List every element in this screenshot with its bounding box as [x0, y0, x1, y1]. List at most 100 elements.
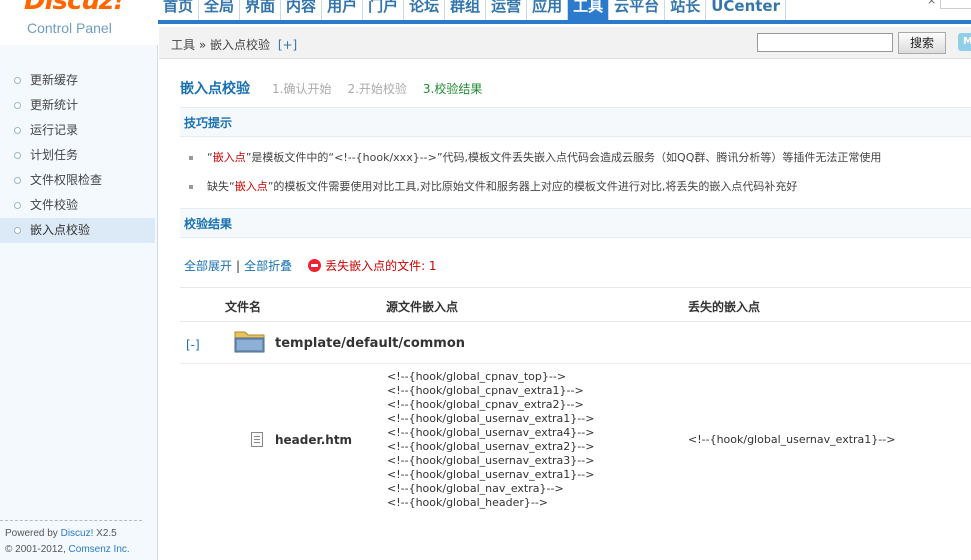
- top-navigation: 首页 全局 界面 内容 用户 门户 论坛 群组 运营 应用 工具 云平台 站长 …: [158, 0, 786, 20]
- results-header: 校验结果: [180, 208, 971, 238]
- nav-tools[interactable]: 工具: [568, 0, 610, 20]
- results-toolbar: 全部展开 | 全部折叠 丢失嵌入点的文件: 1: [184, 257, 437, 274]
- folder-icon: [234, 331, 265, 353]
- tip-emphasis: 嵌入点: [212, 151, 246, 164]
- sidebar-item-label: 更新缓存: [30, 73, 79, 87]
- tip-text: ”是模板文件中的“<!--{hook/xxx}-->”代码,模板文件丢失嵌入点代…: [245, 151, 882, 164]
- list-item: <!--{hook/global_cpnav_extra2}-->: [387, 398, 584, 411]
- missing-files-count: 丢失嵌入点的文件: 1: [325, 259, 437, 273]
- collapse-toggle[interactable]: [-]: [186, 338, 200, 352]
- nav-forum[interactable]: 论坛: [404, 0, 446, 20]
- close-icon[interactable]: ×: [927, 0, 936, 7]
- sidebar-item-label: 计划任务: [30, 148, 79, 162]
- file-name: header.htm: [275, 433, 353, 447]
- sidebar-item-scheduled-tasks[interactable]: 计划任务: [0, 143, 155, 168]
- nav-apps[interactable]: 应用: [527, 0, 569, 20]
- powered-prefix: Powered by: [5, 528, 61, 539]
- sidebar: 更新缓存 更新统计 运行记录 计划任务 文件权限检查 文件校验 嵌入点校验 Po…: [0, 45, 158, 560]
- source-hooks-list: <!--{hook/global_cpnav_top}--> <!--{hook…: [387, 370, 594, 510]
- nav-content[interactable]: 内容: [281, 0, 323, 20]
- bullet-icon: [14, 177, 21, 184]
- bullet-icon: [14, 202, 21, 209]
- tip-text: ”的模板文件需要使用对比工具,对比原始文件和服务器上对应的模板文件进行对比,将丢…: [267, 180, 798, 193]
- sidebar-item-run-log[interactable]: 运行记录: [0, 118, 155, 143]
- bullet-icon: [14, 152, 21, 159]
- missing-hook: <!--{hook/global_usernav_extra1}-->: [688, 433, 896, 446]
- expand-all-link[interactable]: 全部展开: [184, 257, 232, 274]
- nav-ucenter[interactable]: UCenter: [706, 0, 786, 20]
- powered-version: X2.5: [93, 528, 117, 539]
- directory-path: template/default/common: [275, 336, 466, 351]
- sidebar-item-hook-verify[interactable]: 嵌入点校验: [0, 218, 155, 243]
- tip-line-2: 缺失“嵌入点”的模板文件需要使用对比工具,对比原始文件和服务器上对应的模板文件进…: [189, 178, 797, 194]
- nav-portal[interactable]: 门户: [363, 0, 405, 20]
- breadcrumb-bar: 工具 » 嵌入点校验 [+] 搜索 M: [159, 27, 971, 59]
- column-header-filename: 文件名: [225, 300, 262, 314]
- bullet-icon: [14, 227, 21, 234]
- sidebar-item-file-verify[interactable]: 文件校验: [0, 193, 155, 218]
- list-item: <!--{hook/global_cpnav_top}-->: [387, 370, 567, 383]
- nav-webmaster[interactable]: 站长: [665, 0, 707, 20]
- search-input[interactable]: [757, 33, 893, 52]
- list-item: <!--{hook/global_usernav_extra4}-->: [387, 426, 595, 439]
- copyright-prefix: © 2001-2012,: [5, 544, 69, 555]
- list-item: <!--{hook/global_usernav_extra3}-->: [387, 454, 595, 467]
- tips-header: 技巧提示: [180, 107, 971, 137]
- collapse-all-link[interactable]: 全部折叠: [244, 257, 292, 274]
- copyright-company-link[interactable]: Comsenz Inc.: [69, 544, 130, 555]
- powered-brand-link[interactable]: Discuz!: [61, 528, 94, 539]
- sidebar-item-label: 更新统计: [30, 98, 79, 112]
- error-icon: [308, 259, 322, 272]
- list-item: <!--{hook/global_header}-->: [387, 496, 549, 509]
- header-input-stub[interactable]: [940, 0, 971, 9]
- tip-emphasis: 嵌入点: [234, 180, 268, 193]
- logo-subtitle: Control Panel: [27, 20, 112, 36]
- sidebar-item-update-stats[interactable]: 更新统计: [0, 93, 155, 118]
- breadcrumb-text: 工具 » 嵌入点校验: [171, 38, 270, 52]
- step-confirm: 1.确认开始: [272, 82, 332, 96]
- step-indicator: 嵌入点校验 1.确认开始 2.开始校验 3.校验结果: [180, 78, 498, 98]
- nav-users[interactable]: 用户: [322, 0, 364, 20]
- bullet-icon: [14, 127, 21, 134]
- sidebar-menu: 更新缓存 更新统计 运行记录 计划任务 文件权限检查 文件校验 嵌入点校验: [0, 68, 155, 243]
- step-start: 2.开始校验: [347, 82, 407, 96]
- column-header-missing-hooks: 丢失的嵌入点: [688, 300, 761, 314]
- table-row-directory: [-] template/default/common: [180, 324, 971, 364]
- logo[interactable]: Discuz! Control Panel: [0, 0, 158, 45]
- nav-global[interactable]: 全局: [199, 0, 241, 20]
- nav-operations[interactable]: 运营: [486, 0, 528, 20]
- table-header: 文件名 源文件嵌入点 丢失的嵌入点: [180, 287, 971, 322]
- tip-text: 缺失“: [207, 180, 235, 193]
- breadcrumb: 工具 » 嵌入点校验 [+]: [171, 36, 297, 53]
- file-icon: [251, 432, 263, 447]
- bullet-icon: [189, 156, 193, 160]
- powered-by: Powered by Discuz! X2.5 © 2001-2012, Com…: [5, 526, 130, 558]
- nav-cloud[interactable]: 云平台: [609, 0, 666, 20]
- corner-button[interactable]: M: [958, 33, 971, 51]
- table-row-file: header.htm <!--{hook/global_cpnav_top}--…: [180, 364, 971, 514]
- list-item: <!--{hook/global_usernav_extra1}-->: [387, 412, 595, 425]
- list-item: <!--{hook/global_nav_extra}-->: [387, 482, 564, 495]
- nav-interface[interactable]: 界面: [240, 0, 282, 20]
- tip-line-1: “嵌入点”是模板文件中的“<!--{hook/xxx}-->”代码,模板文件丢失…: [189, 149, 881, 165]
- separator: |: [236, 258, 241, 273]
- nav-home[interactable]: 首页: [158, 0, 200, 20]
- sidebar-item-label: 运行记录: [30, 123, 79, 137]
- add-shortcut-button[interactable]: [+]: [278, 38, 297, 52]
- bullet-icon: [14, 77, 21, 84]
- list-item: <!--{hook/global_usernav_extra1}-->: [387, 468, 595, 481]
- logo-brand: Discuz!: [24, 0, 125, 16]
- search-button[interactable]: 搜索: [898, 32, 946, 54]
- list-item: <!--{hook/global_usernav_extra2}-->: [387, 440, 595, 453]
- bullet-icon: [189, 185, 193, 189]
- nav-underline: [158, 20, 971, 24]
- sidebar-item-label: 嵌入点校验: [30, 223, 91, 237]
- sidebar-item-file-permissions[interactable]: 文件权限检查: [0, 168, 155, 193]
- main-content: 嵌入点校验 1.确认开始 2.开始校验 3.校验结果 技巧提示 “嵌入点”是模板…: [159, 60, 971, 560]
- nav-groups[interactable]: 群组: [445, 0, 487, 20]
- divider: [0, 520, 142, 521]
- bullet-icon: [14, 102, 21, 109]
- sidebar-item-label: 文件权限检查: [30, 173, 103, 187]
- sidebar-item-update-cache[interactable]: 更新缓存: [0, 68, 155, 93]
- column-header-source-hooks: 源文件嵌入点: [386, 300, 459, 314]
